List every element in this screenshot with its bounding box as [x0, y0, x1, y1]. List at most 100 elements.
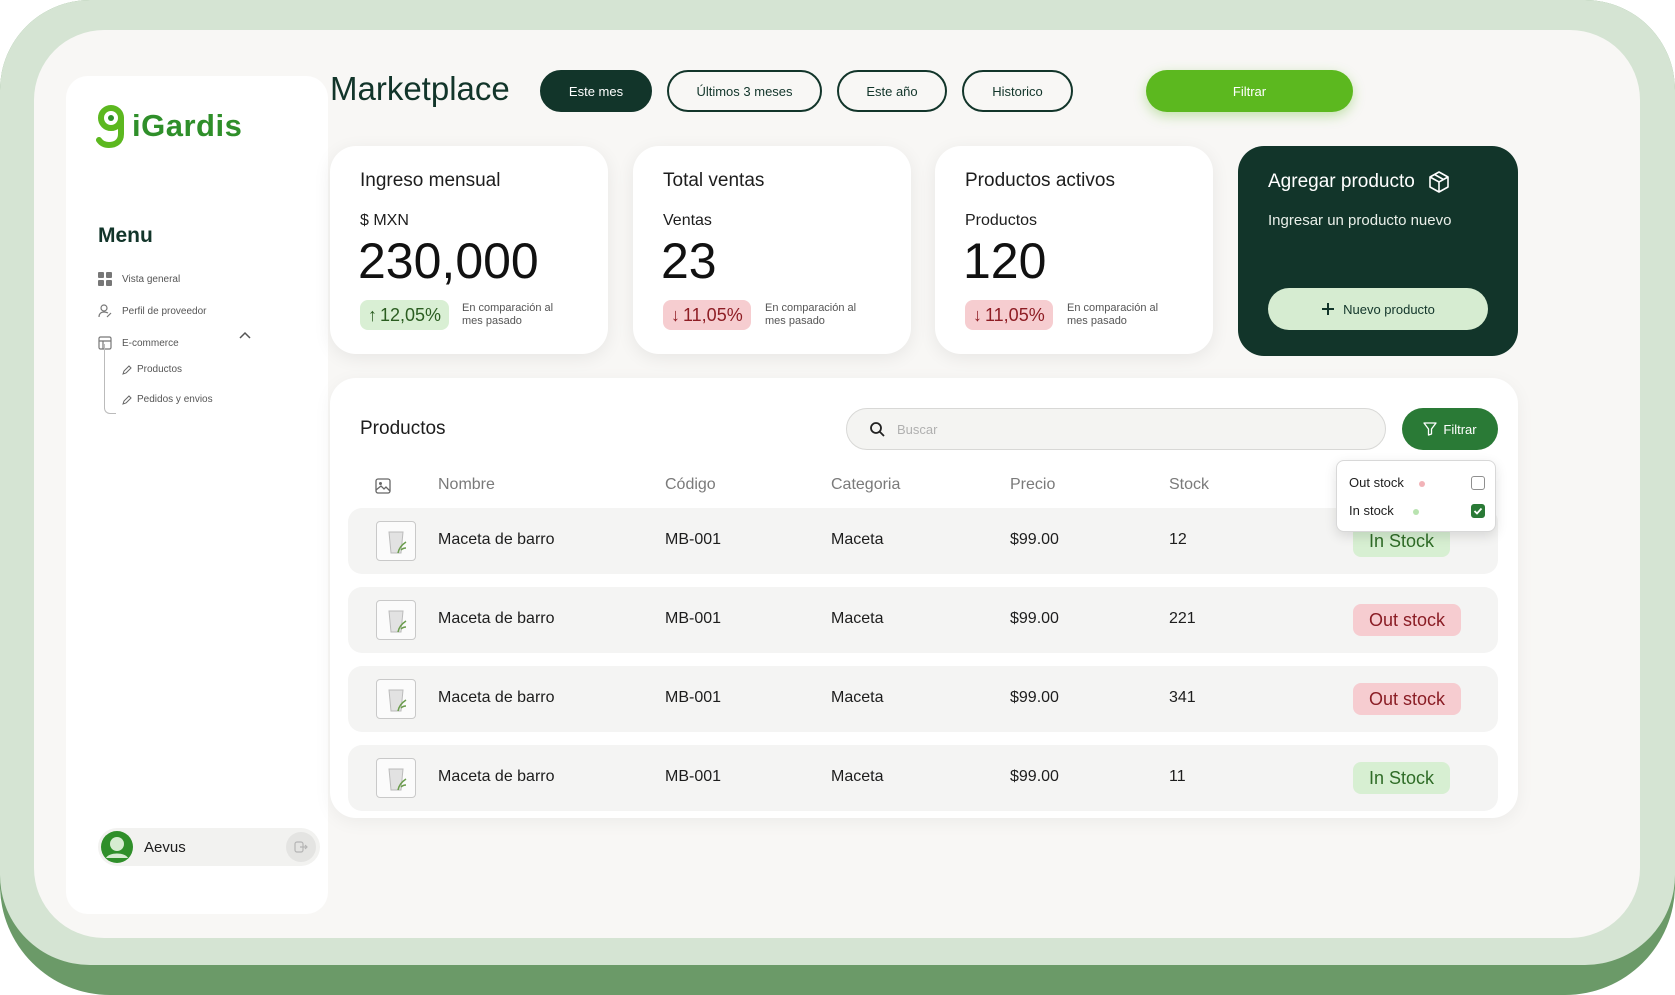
pencil-icon [122, 364, 132, 375]
logout-icon [294, 841, 308, 853]
user-name: Aevus [144, 838, 186, 856]
period-este-mes[interactable]: Este mes [540, 70, 652, 112]
app-screen: iGardis Menu Vista general Perfil de pro… [34, 30, 1640, 938]
arrow-down-icon: ↓ [973, 304, 982, 325]
stat-unit: Ventas [663, 212, 712, 229]
avatar [101, 831, 133, 863]
pot-icon [388, 610, 407, 633]
table-row[interactable]: Maceta de barro MB-001 Maceta $99.00 341… [348, 666, 1498, 732]
add-product-title-text: Agregar producto [1268, 171, 1415, 192]
stat-unit: Productos [965, 212, 1038, 229]
image-icon [375, 478, 391, 494]
stat-value: 230,000 [358, 233, 539, 289]
stat-title: Ingreso mensual [360, 170, 501, 191]
chevron-up-icon[interactable] [238, 328, 252, 342]
arrow-up-icon: ↑ [368, 304, 377, 325]
new-product-button[interactable]: Nuevo producto [1268, 288, 1488, 330]
column-header-nombre[interactable]: Nombre [438, 476, 495, 494]
table-row[interactable]: Maceta de barro MB-001 Maceta $99.00 11 … [348, 745, 1498, 811]
products-title: Productos [360, 418, 446, 439]
product-code: MB-001 [665, 689, 722, 706]
products-filter-label: Filtrar [1443, 421, 1477, 437]
period-este-ano[interactable]: Este año [837, 70, 947, 112]
box-icon [1429, 171, 1449, 193]
column-header-stock[interactable]: Stock [1169, 476, 1209, 494]
add-product-card: Agregar producto Ingresar un producto nu… [1238, 146, 1518, 356]
sidebar: iGardis Menu Vista general Perfil de pro… [66, 76, 328, 914]
stat-card-ingreso: Ingreso mensual $ MXN 230,000 ↑ 12,05% E… [330, 146, 608, 354]
stock-filter-dropdown: Out stock In stock [1336, 460, 1496, 532]
search-input[interactable] [897, 421, 1385, 437]
column-header-codigo[interactable]: Código [665, 476, 716, 494]
tree-connector [104, 344, 116, 414]
column-header-precio[interactable]: Precio [1010, 476, 1055, 494]
out-stock-checkbox[interactable] [1471, 476, 1485, 490]
product-price: $99.00 [1010, 768, 1059, 785]
sidebar-item-label: E-commerce [122, 337, 179, 349]
product-category: Maceta [831, 531, 884, 548]
column-header-categoria[interactable]: Categoria [831, 476, 900, 494]
sidebar-item-vista-general[interactable]: Vista general [98, 272, 180, 286]
logo-text: iGardis [132, 108, 243, 143]
check-icon [1473, 507, 1483, 515]
filter-option-label: In stock [1349, 503, 1394, 518]
product-thumbnail [376, 521, 416, 561]
compare-note: En comparación al mes pasado [1067, 302, 1159, 327]
page-title: Marketplace [330, 70, 510, 107]
product-code: MB-001 [665, 610, 722, 627]
sidebar-subitem-pedidos[interactable]: Pedidos y envios [122, 394, 213, 405]
product-name: Maceta de barro [438, 768, 555, 785]
sidebar-subitem-productos[interactable]: Productos [122, 364, 182, 375]
product-category: Maceta [831, 610, 884, 627]
pencil-icon [122, 394, 132, 405]
table-row[interactable]: Maceta de barro MB-001 Maceta $99.00 221… [348, 587, 1498, 653]
logo: iGardis [96, 104, 242, 148]
change-value: 12,05% [380, 304, 442, 325]
status-dot [1413, 509, 1419, 515]
sidebar-subitem-label: Pedidos y envios [137, 394, 213, 405]
status-dot [1419, 481, 1425, 487]
product-name: Maceta de barro [438, 531, 555, 548]
logout-button[interactable] [286, 832, 316, 862]
stat-title: Total ventas [663, 170, 765, 191]
product-code: MB-001 [665, 768, 722, 785]
period-ultimos-3-meses[interactable]: Últimos 3 meses [667, 70, 822, 112]
filter-option-in-stock[interactable]: In stock [1349, 503, 1394, 518]
new-product-label: Nuevo producto [1343, 301, 1435, 317]
compare-note: En comparación al mes pasado [462, 302, 554, 327]
change-badge: ↓ 11,05% [663, 300, 751, 330]
change-value: 11,05% [683, 304, 743, 325]
logo-icon [96, 105, 124, 148]
product-price: $99.00 [1010, 531, 1059, 548]
pot-icon [388, 689, 407, 712]
status-badge: Out stock [1353, 683, 1462, 715]
add-product-title: Agregar producto [1268, 170, 1451, 194]
sidebar-subitem-label: Productos [137, 364, 183, 375]
grid-icon [98, 272, 112, 286]
stat-card-productos: Productos activos Productos 120 ↓ 11,05%… [935, 146, 1213, 354]
status-badge: In Stock [1353, 762, 1451, 794]
search-icon [870, 422, 885, 437]
status-badge: Out stock [1353, 604, 1462, 636]
search-bar[interactable] [846, 408, 1386, 450]
filter-button[interactable]: Filtrar [1146, 70, 1353, 112]
period-historico[interactable]: Historico [962, 70, 1073, 112]
table-row[interactable]: Maceta de barro MB-001 Maceta $99.00 12 … [348, 508, 1498, 574]
filter-option-label: Out stock [1349, 475, 1404, 490]
product-category: Maceta [831, 768, 884, 785]
user-chip[interactable]: Aevus [98, 828, 320, 866]
change-value: 11,05% [985, 304, 1045, 325]
plus-icon [1322, 303, 1335, 315]
products-filter-button[interactable]: Filtrar [1402, 408, 1498, 450]
product-stock: 221 [1169, 610, 1196, 627]
stat-value: 120 [963, 233, 1047, 289]
filter-option-out-stock[interactable]: Out stock [1349, 475, 1404, 490]
stat-title: Productos activos [965, 170, 1115, 191]
add-product-subtitle: Ingresar un producto nuevo [1268, 212, 1452, 229]
product-stock: 11 [1169, 768, 1186, 785]
funnel-icon [1423, 422, 1438, 436]
arrow-down-icon: ↓ [671, 304, 680, 325]
sidebar-item-perfil-proveedor[interactable]: Perfil de proveedor [98, 304, 207, 318]
product-stock: 341 [1169, 689, 1196, 706]
in-stock-checkbox[interactable] [1471, 504, 1485, 518]
